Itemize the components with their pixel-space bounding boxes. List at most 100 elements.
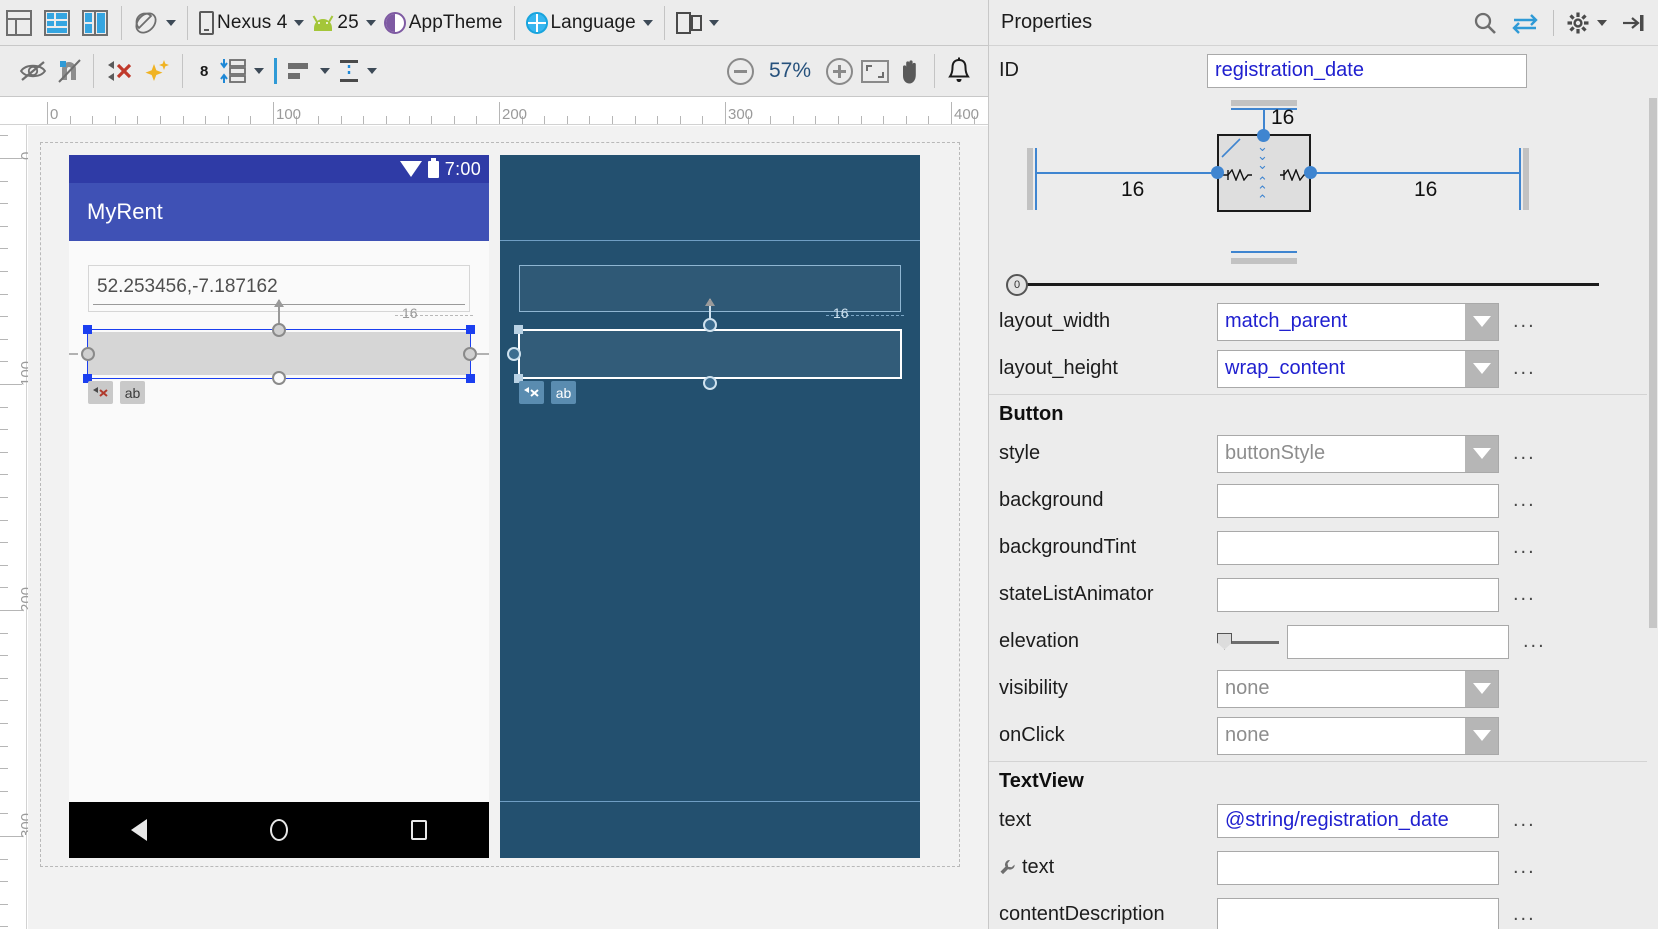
- selection-box[interactable]: [87, 329, 471, 379]
- property-dropdown[interactable]: buttonStyle: [1217, 435, 1499, 473]
- property-more-button[interactable]: ...: [1513, 442, 1536, 465]
- ruler-tick: [341, 116, 342, 124]
- pan-button[interactable]: [893, 54, 927, 88]
- resize-handle-top-right[interactable]: [466, 325, 475, 334]
- design-mode-button[interactable]: [0, 6, 38, 40]
- api-selector[interactable]: 25: [308, 6, 379, 40]
- warnings-button[interactable]: [942, 54, 976, 88]
- toggle-view-button[interactable]: [1511, 12, 1539, 34]
- id-input[interactable]: registration_date: [1207, 54, 1527, 88]
- zoom-in-button[interactable]: [822, 54, 857, 88]
- resize-handle-top-left[interactable]: [83, 325, 92, 334]
- property-input[interactable]: [1217, 531, 1499, 565]
- property-dropdown-value[interactable]: wrap_content: [1217, 350, 1465, 388]
- property-row: stateListAnimator...: [989, 571, 1658, 618]
- constraint-anchor-right[interactable]: [463, 347, 477, 361]
- clear-constraints-button[interactable]: [101, 54, 139, 88]
- property-input[interactable]: [1217, 898, 1499, 929]
- property-more-button[interactable]: ...: [1513, 310, 1536, 333]
- locale-selector[interactable]: Language: [522, 6, 657, 40]
- ruler-tick: [0, 135, 8, 136]
- chevron-down-icon[interactable]: [1465, 670, 1499, 708]
- property-more-button[interactable]: ...: [1513, 903, 1536, 926]
- show-constraints-button[interactable]: [14, 54, 52, 88]
- property-input[interactable]: [1217, 851, 1499, 885]
- nav-recents-icon[interactable]: [411, 820, 427, 840]
- property-dropdown-value[interactable]: buttonStyle: [1217, 435, 1465, 473]
- chevron-down-icon[interactable]: [1465, 435, 1499, 473]
- device-design-preview[interactable]: 7:00 MyRent 52.253456,-7.187162 16: [69, 155, 489, 858]
- property-dropdown[interactable]: match_parent: [1217, 303, 1499, 341]
- blueprint-anchor-top[interactable]: [703, 318, 717, 332]
- chevron-down-icon[interactable]: [1465, 717, 1499, 755]
- left-constraint-line: [1036, 172, 1218, 174]
- theme-selector[interactable]: AppTheme: [380, 6, 507, 40]
- properties-scrollbar[interactable]: [1647, 98, 1658, 818]
- property-dropdown[interactable]: wrap_content: [1217, 350, 1499, 388]
- property-input[interactable]: [1217, 484, 1499, 518]
- scrollbar-thumb[interactable]: [1649, 98, 1657, 628]
- property-dropdown-value[interactable]: none: [1217, 670, 1465, 708]
- property-more-button[interactable]: ...: [1513, 536, 1536, 559]
- device-selector[interactable]: Nexus 4: [195, 6, 308, 40]
- blueprint-mode-button[interactable]: [38, 6, 76, 40]
- design-canvas[interactable]: 7:00 MyRent 52.253456,-7.187162 16: [28, 126, 988, 929]
- settings-button[interactable]: [1566, 11, 1607, 35]
- blueprint-anchor-bottom[interactable]: [703, 376, 717, 390]
- widget-box[interactable]: ⌄⌄⌄ ⌃⌃⌃: [1217, 134, 1311, 212]
- property-more-button[interactable]: ...: [1513, 489, 1536, 512]
- property-value-wrapper: buttonStyle...: [1217, 435, 1536, 473]
- align-button[interactable]: [283, 54, 334, 88]
- collapse-panel-button[interactable]: [1621, 11, 1645, 35]
- property-dropdown[interactable]: none: [1217, 717, 1499, 755]
- blueprint-anchor-left[interactable]: [507, 347, 521, 361]
- nav-back-icon[interactable]: [131, 819, 147, 841]
- constraint-badge[interactable]: [88, 381, 113, 404]
- property-dropdown[interactable]: none: [1217, 670, 1499, 708]
- left-margin-value[interactable]: 16: [1121, 178, 1144, 202]
- resize-handle-bottom-right[interactable]: [466, 374, 475, 383]
- orientation-button[interactable]: [129, 6, 180, 40]
- property-more-button[interactable]: ...: [1513, 583, 1536, 606]
- blueprint-text-badge[interactable]: ab: [551, 381, 576, 404]
- constraint-dot-right[interactable]: [1304, 166, 1317, 179]
- nav-home-icon[interactable]: [270, 819, 288, 841]
- property-more-button[interactable]: ...: [1513, 856, 1536, 879]
- constraint-anchor-left[interactable]: [81, 347, 95, 361]
- autoconnect-button[interactable]: [52, 54, 86, 88]
- chevron-down-icon[interactable]: [1465, 350, 1499, 388]
- both-mode-button[interactable]: [76, 6, 114, 40]
- top-margin-value[interactable]: 16: [1271, 106, 1294, 130]
- constraint-widget[interactable]: ⌄⌄⌄ ⌃⌃⌃ 16 16 16: [999, 98, 1599, 270]
- constraint-anchor-top[interactable]: [272, 323, 286, 337]
- default-margin-value[interactable]: 8: [200, 63, 208, 80]
- property-more-button[interactable]: ...: [1523, 630, 1546, 653]
- zoom-to-fit-button[interactable]: [857, 54, 893, 88]
- layout-variants-button[interactable]: [672, 6, 723, 40]
- constraint-dot-top[interactable]: [1257, 129, 1270, 142]
- property-input[interactable]: [1217, 578, 1499, 612]
- blueprint-handle-top-left[interactable]: [514, 325, 523, 334]
- infer-constraints-button[interactable]: [139, 54, 175, 88]
- search-button[interactable]: [1473, 11, 1497, 35]
- text-attribute-badge[interactable]: ab: [120, 381, 145, 404]
- property-input[interactable]: @string/registration_date: [1217, 804, 1499, 838]
- property-dropdown-value[interactable]: none: [1217, 717, 1465, 755]
- elevation-slider[interactable]: [1217, 632, 1279, 652]
- pack-button[interactable]: [215, 54, 268, 88]
- property-input[interactable]: [1287, 625, 1509, 659]
- constraint-anchor-bottom[interactable]: [272, 371, 286, 385]
- horizontal-bias-slider[interactable]: 0: [999, 272, 1609, 298]
- bias-knob[interactable]: 0: [1006, 274, 1028, 296]
- chevron-down-icon[interactable]: [1465, 303, 1499, 341]
- property-more-button[interactable]: ...: [1513, 357, 1536, 380]
- blueprint-selection-box[interactable]: [514, 325, 906, 383]
- device-blueprint-preview[interactable]: 16 ab: [500, 155, 920, 858]
- property-more-button[interactable]: ...: [1513, 809, 1536, 832]
- zoom-out-button[interactable]: [723, 54, 758, 88]
- blueprint-constraint-badge[interactable]: [519, 381, 544, 404]
- constraint-dot-left[interactable]: [1211, 166, 1224, 179]
- right-margin-value[interactable]: 16: [1414, 178, 1437, 202]
- guidelines-button[interactable]: [334, 54, 381, 88]
- property-dropdown-value[interactable]: match_parent: [1217, 303, 1465, 341]
